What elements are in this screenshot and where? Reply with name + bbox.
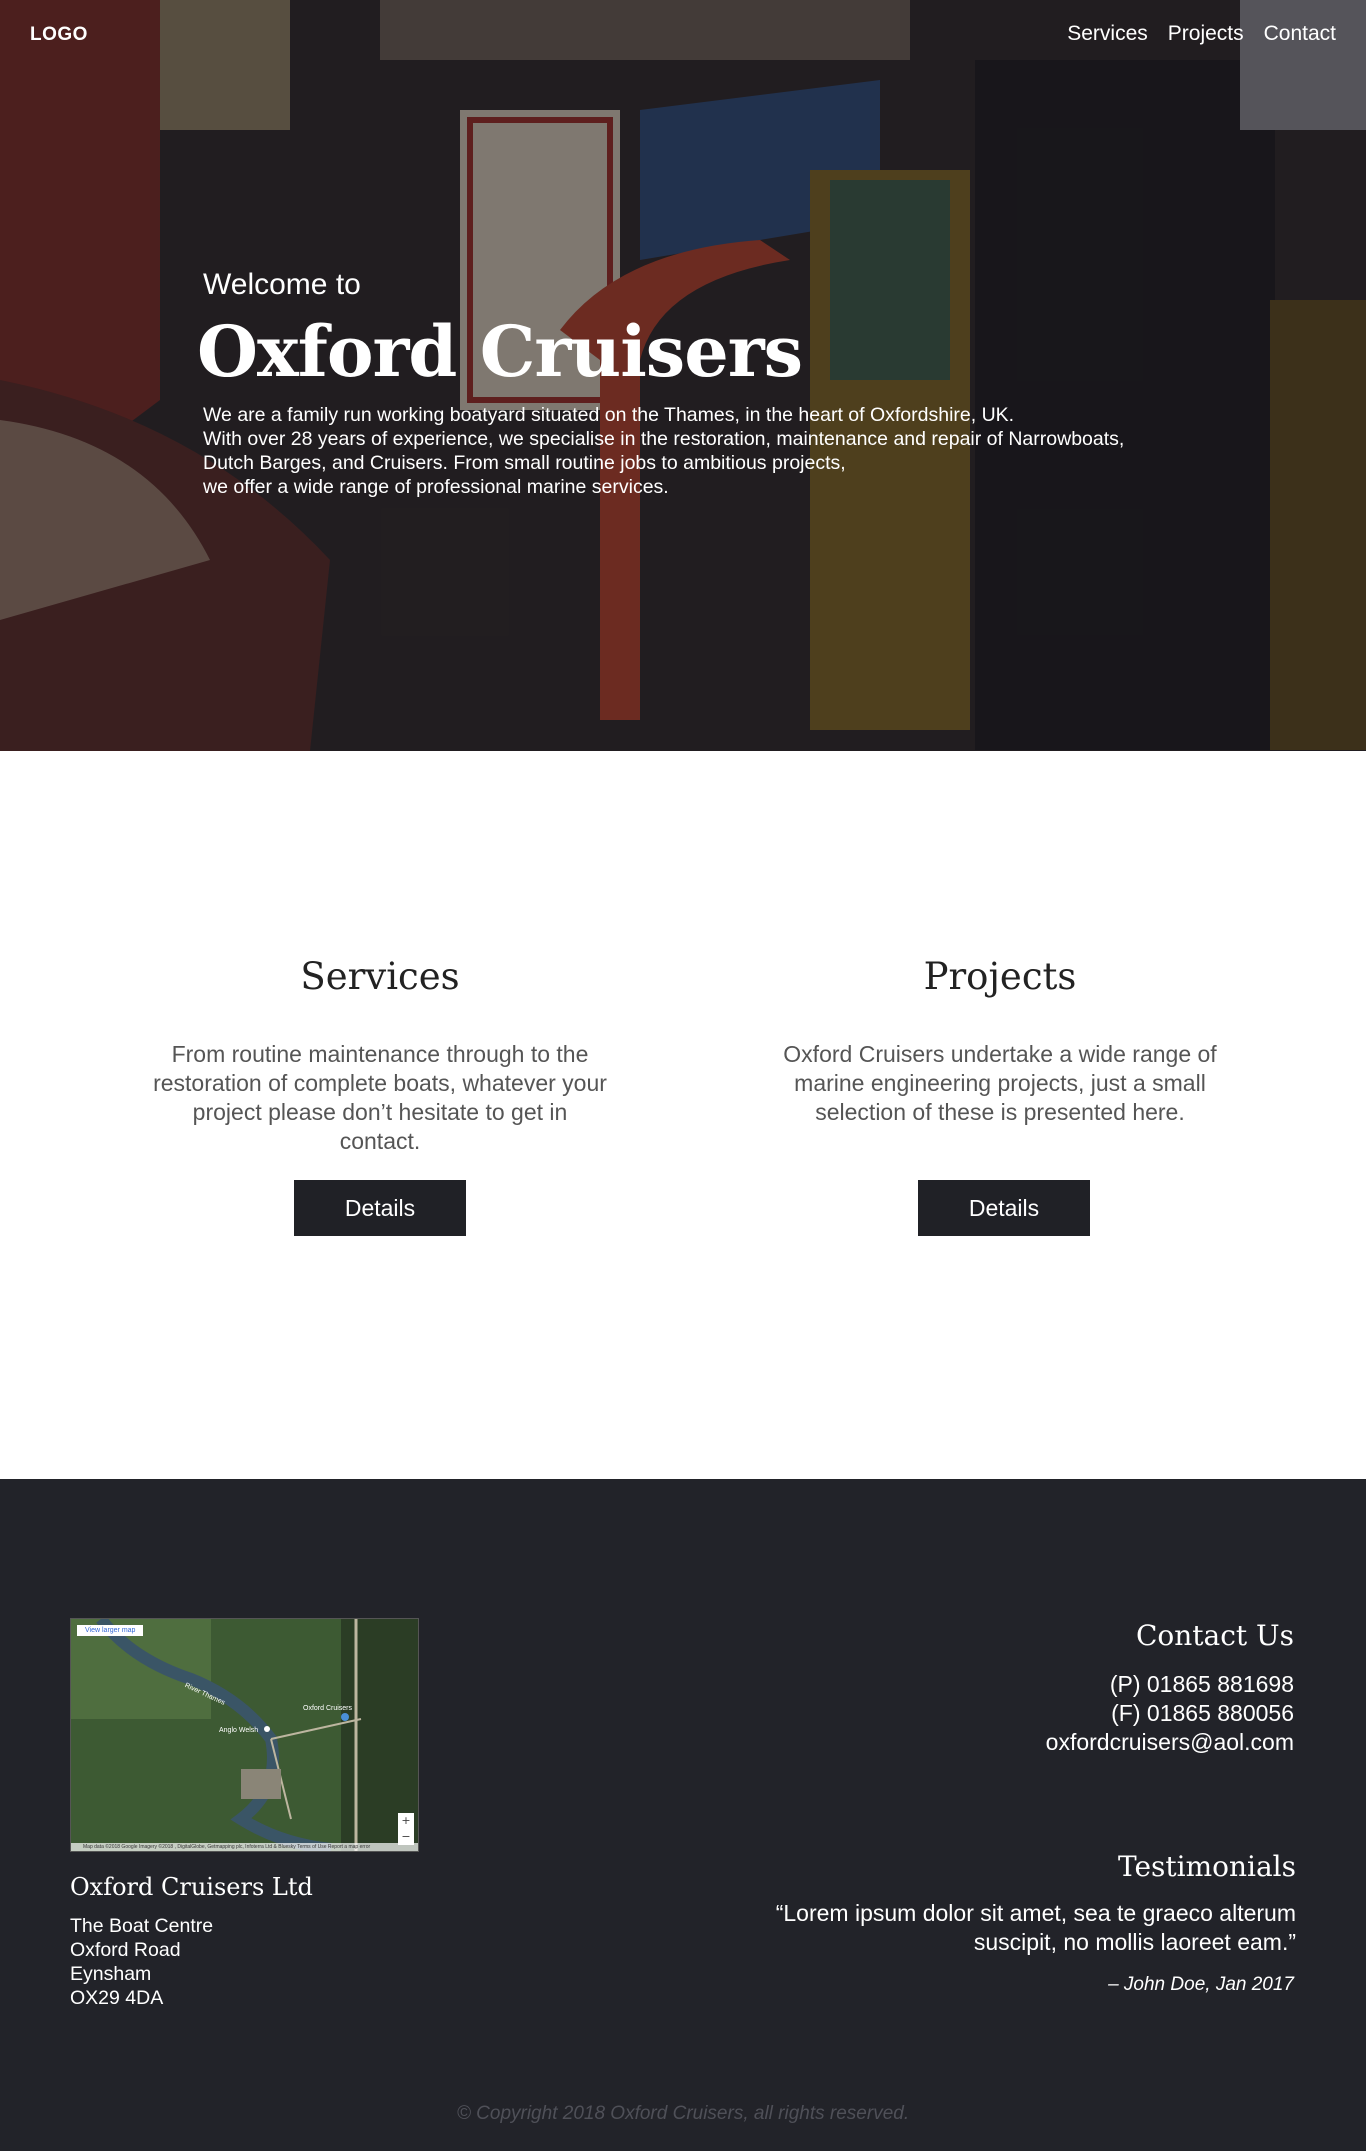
location-map[interactable]: View larger map Oxford Cruisers River Th… (70, 1618, 419, 1852)
contact-fax: (F) 01865 880056 (1111, 1700, 1294, 1726)
view-larger-map-link[interactable]: View larger map (77, 1625, 144, 1636)
testimonial-author: – John Doe, Jan 2017 (1108, 1974, 1294, 1995)
main-nav: Services Projects Contact (1067, 22, 1336, 46)
address-line: The Boat Centre (70, 1915, 214, 1937)
address-line: Oxford Road (70, 1939, 181, 1961)
map-place-label: Anglo Welsh (219, 1727, 259, 1734)
nav-projects[interactable]: Projects (1168, 22, 1244, 46)
footer: View larger map Oxford Cruisers River Th… (0, 1479, 1366, 2151)
hero-description-line: Dutch Barges, and Cruisers. From small r… (203, 452, 846, 474)
address-line: Eynsham (70, 1963, 152, 1985)
contact-details: (P) 01865 881698 (F) 01865 880056 oxford… (1046, 1670, 1294, 1757)
projects-title: Projects (923, 955, 1077, 998)
hero-description-line: We are a family run working boatyard sit… (203, 404, 1015, 426)
contact-phone: (P) 01865 881698 (1109, 1671, 1294, 1697)
projects-details-button[interactable]: Details (918, 1180, 1090, 1236)
map-marker-label: Oxford Cruisers (303, 1705, 353, 1712)
contact-email-link[interactable]: oxfordcruisers@aol.com (1046, 1729, 1294, 1755)
map-zoom-in-icon[interactable]: + (398, 1813, 414, 1829)
hero-description: We are a family run working boatyard sit… (203, 403, 1183, 499)
services-text: From routine maintenance through to the … (153, 1041, 607, 1154)
testimonials-title: Testimonials (1117, 1850, 1296, 1883)
testimonial-quote: “Lorem ipsum dolor sit amet, sea te grae… (775, 1900, 1296, 1955)
hero-welcome: Welcome to (203, 268, 361, 301)
company-name: Oxford Cruisers Ltd (70, 1873, 313, 1901)
services-details-button[interactable]: Details (294, 1180, 466, 1236)
hero-description-line: we offer a wide range of professional ma… (203, 476, 669, 498)
projects-text: Oxford Cruisers undertake a wide range o… (783, 1041, 1217, 1125)
logo[interactable]: LOGO (30, 24, 88, 46)
nav-services[interactable]: Services (1067, 22, 1148, 46)
services-title: Services (300, 955, 460, 998)
address-line: OX29 4DA (70, 1987, 164, 2009)
map-attribution: Map data ©2018 Google Imagery ©2018 , Di… (71, 1843, 418, 1851)
services-column: Services From routine maintenance throug… (100, 955, 660, 1156)
hero-title: Oxford Cruisers (197, 310, 803, 393)
hero-description-line: With over 28 years of experience, we spe… (203, 428, 1125, 450)
hero-section: LOGO Services Projects Contact Welcome t… (0, 0, 1366, 751)
nav-contact[interactable]: Contact (1264, 22, 1336, 46)
projects-column: Projects Oxford Cruisers undertake a wid… (720, 955, 1280, 1127)
copyright: © Copyright 2018 Oxford Cruisers, all ri… (456, 2103, 910, 2124)
contact-title: Contact Us (1135, 1619, 1294, 1652)
company-address: The Boat Centre Oxford Road Eynsham OX29… (70, 1914, 213, 2010)
map-satellite-image (71, 1619, 418, 1851)
